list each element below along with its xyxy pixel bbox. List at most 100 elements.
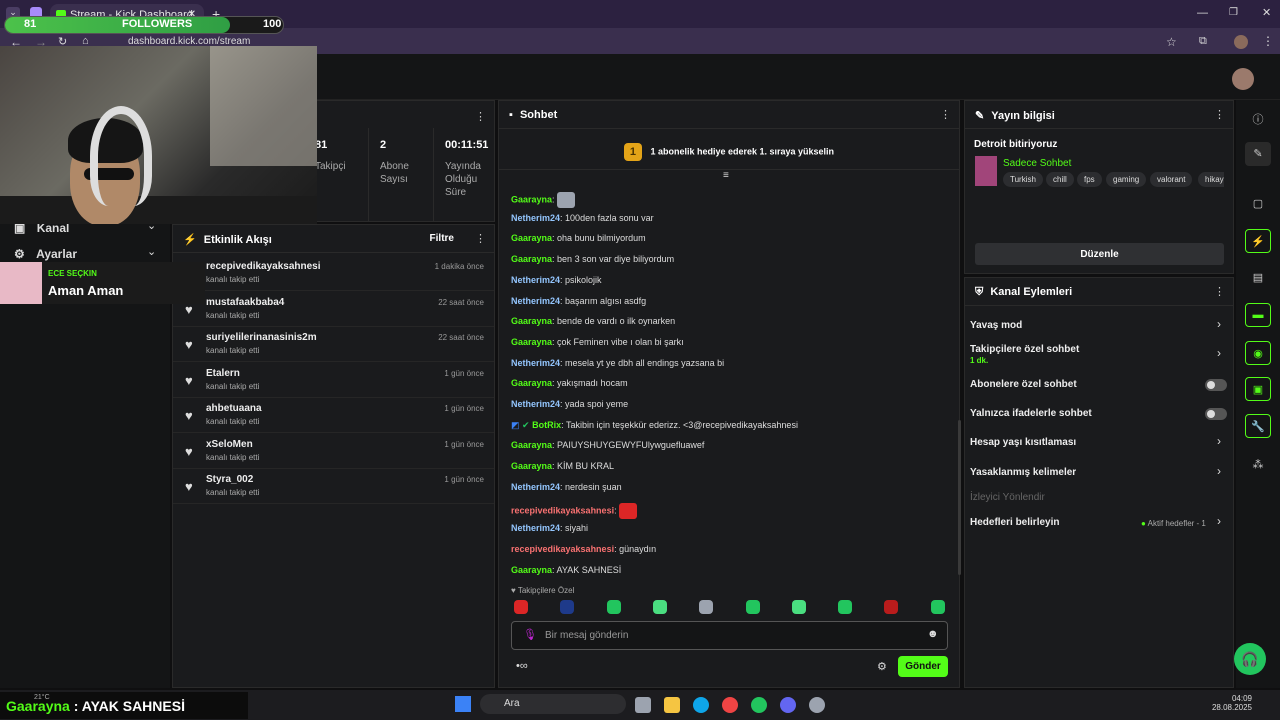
stream-tag[interactable]: Turkish	[1003, 172, 1043, 187]
taskbar-search[interactable]: Ara	[480, 694, 626, 714]
chat-username[interactable]: BotRix	[532, 420, 561, 430]
emote-quick-pick[interactable]	[838, 600, 853, 614]
chat-username[interactable]: Gaarayna	[511, 337, 552, 347]
chat-username[interactable]: Gaarayna	[511, 316, 552, 326]
emote-quick-pick[interactable]	[930, 600, 945, 614]
channel-actions-menu-icon[interactable]: ⋮	[1214, 285, 1225, 298]
stream-tag[interactable]: chill	[1046, 172, 1074, 187]
stream-tag[interactable]: hikay	[1198, 172, 1224, 187]
chat-username[interactable]: Netherim24	[511, 523, 560, 533]
activity-row[interactable]: ♥ suriyelilerinanasinis2m kanalı takip ett…	[173, 326, 494, 362]
nav-settings[interactable]: ⚙ Ayarlar	[14, 247, 77, 261]
chevron-right-icon[interactable]: ›	[1217, 434, 1221, 448]
activity-row[interactable]: ♥ Styra_002 kanalı takip etti 1 gün önce	[173, 468, 494, 504]
chat-username[interactable]: Netherim24	[511, 213, 560, 223]
broadcast-icon[interactable]: ◉	[1245, 341, 1271, 365]
close-window-icon[interactable]: ✕	[1262, 6, 1271, 19]
stream-tag[interactable]: gaming	[1106, 172, 1147, 187]
points-icon[interactable]: •∞	[516, 660, 528, 672]
chat-username[interactable]: Gaarayna	[511, 194, 552, 204]
activity-row[interactable]: ♥ ahbetuaana kanalı takip etti 1 gün önce	[173, 397, 494, 433]
chevron-down-icon[interactable]: ⌄	[147, 245, 156, 258]
info-icon[interactable]: ⓘ	[1245, 106, 1271, 130]
chat-username[interactable]: Netherim24	[511, 399, 560, 409]
activity-row[interactable]: ♥recepivedikayaksahnesikanalı takip etti…	[173, 255, 494, 291]
chat-username[interactable]: Netherim24	[511, 275, 560, 285]
goals-row[interactable]: Hedefleri belirleyin	[970, 517, 1059, 528]
windows-start-icon[interactable]	[455, 696, 471, 712]
user-avatar[interactable]	[1232, 68, 1254, 90]
chat-input[interactable]: Bir mesaj gönderin	[511, 621, 948, 650]
stream-tag[interactable]: valorant	[1150, 172, 1193, 187]
chat-username[interactable]: Gaarayna	[511, 378, 552, 388]
emote-quick-pick[interactable]	[884, 600, 899, 614]
spotify-icon[interactable]	[751, 697, 767, 713]
gift-sub-promo[interactable]: 1 1 abonelik hediye ederek 1. sıraya yük…	[498, 128, 960, 170]
screen-icon[interactable]: ▢	[1245, 192, 1271, 216]
chat-icon[interactable]: ▬	[1245, 303, 1271, 327]
minimize-icon[interactable]: —	[1197, 7, 1208, 19]
emote-quick-pick[interactable]	[652, 600, 667, 614]
chat-username[interactable]: Gaarayna	[511, 461, 552, 471]
more-icon[interactable]: ⁂	[1245, 453, 1271, 477]
pencil-icon[interactable]: ✎	[1245, 142, 1271, 166]
chat-menu-icon[interactable]: ⋮	[940, 108, 951, 121]
chevron-right-icon[interactable]: ›	[1217, 317, 1221, 331]
activity-menu-icon[interactable]: ⋮	[475, 232, 486, 245]
chat-username[interactable]: Netherim24	[511, 358, 560, 368]
chevron-right-icon[interactable]: ›	[1217, 514, 1221, 528]
followers-chat-row[interactable]: Takipçilere özel sohbet	[970, 344, 1079, 355]
chrome-icon[interactable]	[722, 697, 738, 713]
stats-menu-icon[interactable]: ⋮	[475, 110, 486, 123]
emote-quick-pick[interactable]	[791, 600, 806, 614]
chevron-right-icon[interactable]: ›	[1217, 346, 1221, 360]
emote-quick-pick[interactable]	[699, 600, 714, 614]
browser-menu-icon[interactable]: ⋮	[1262, 34, 1274, 48]
stream-tag[interactable]: fps	[1077, 172, 1102, 187]
emote-chat-toggle[interactable]	[1205, 408, 1227, 420]
chat-username[interactable]: Gaarayna	[511, 233, 552, 243]
chat-scrollbar[interactable]	[958, 420, 961, 575]
obs-icon[interactable]	[809, 697, 825, 713]
discord-icon[interactable]	[780, 697, 796, 713]
chevron-right-icon[interactable]: ›	[1217, 464, 1221, 478]
emote-quick-pick[interactable]	[606, 600, 621, 614]
video-icon[interactable]: ▣	[1245, 377, 1271, 401]
send-button[interactable]: Gönder	[898, 656, 948, 677]
category-link[interactable]: Sadece Sohbet	[1003, 158, 1071, 169]
chat-username[interactable]: Gaarayna	[511, 254, 552, 264]
activity-row[interactable]: ♥ Etalern kanalı takip etti 1 gün önce	[173, 362, 494, 398]
extensions-icon[interactable]: ⧉	[1199, 35, 1207, 48]
banned-words-row[interactable]: Yasaklanmış kelimeler	[970, 467, 1076, 478]
help-headset-icon[interactable]: 🎧	[1234, 643, 1266, 675]
slow-mode-row[interactable]: Yavaş mod	[970, 320, 1022, 331]
chat-username[interactable]: recepivedikayaksahnesi	[511, 544, 614, 554]
document-icon[interactable]: ▤	[1245, 266, 1271, 290]
chat-username[interactable]: Netherim24	[511, 296, 560, 306]
file-explorer-icon[interactable]	[664, 697, 680, 713]
task-view-icon[interactable]	[635, 697, 651, 713]
stream-info-menu-icon[interactable]: ⋮	[1214, 108, 1225, 121]
chat-settings-icon[interactable]: ⚙	[877, 660, 887, 673]
edge-icon[interactable]	[693, 697, 709, 713]
emoji-icon[interactable]: ☻	[927, 628, 939, 640]
activity-row[interactable]: ♥ xSeloMen kanalı takip etti 1 gün önce	[173, 433, 494, 469]
edit-stream-button[interactable]: Düzenle	[975, 243, 1224, 265]
browser-profile-avatar[interactable]	[1234, 35, 1248, 49]
bookmark-star-icon[interactable]: ☆	[1166, 35, 1177, 49]
emote-quick-pick[interactable]	[745, 600, 760, 614]
lightning-icon[interactable]: ⚡	[1245, 229, 1271, 253]
wrench-icon[interactable]: 🔧	[1245, 414, 1271, 438]
chat-username[interactable]: recepivedikayaksahnesi	[511, 505, 614, 515]
mic-icon[interactable]: 🎙	[523, 628, 537, 641]
emote-quick-pick[interactable]	[514, 600, 528, 614]
chat-username[interactable]: Netherim24	[511, 482, 560, 492]
subs-chat-toggle[interactable]	[1205, 379, 1227, 391]
activity-row[interactable]: ♥ mustafaakbaba4 kanalı takip etti 22 saat …	[173, 291, 494, 327]
maximize-icon[interactable]: ❐	[1229, 7, 1238, 18]
emote-quick-pick[interactable]	[560, 600, 575, 614]
chat-username[interactable]: Gaarayna	[511, 565, 552, 575]
age-limit-row[interactable]: Hesap yaşı kısıtlaması	[970, 437, 1076, 448]
pinned-toggle-icon[interactable]: ≡	[723, 170, 729, 181]
filter-button[interactable]: Filtre	[430, 233, 454, 244]
